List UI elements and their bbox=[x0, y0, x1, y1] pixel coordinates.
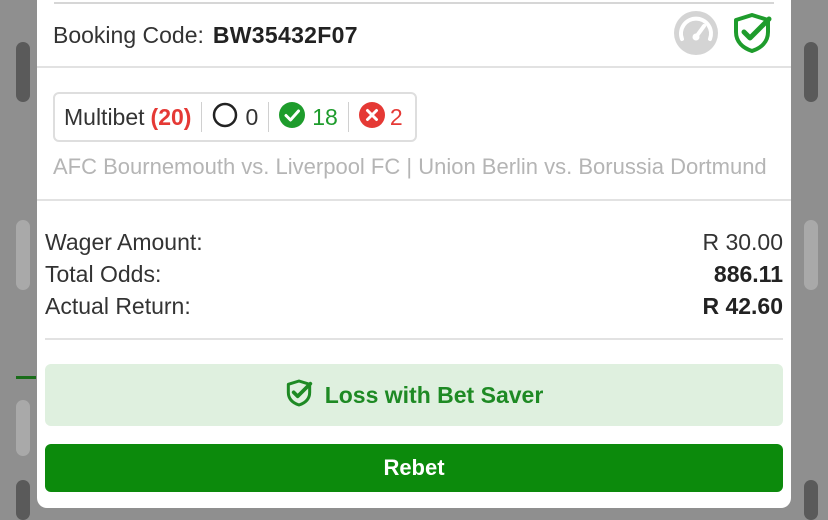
bet-saver-banner[interactable]: Loss with Bet Saver bbox=[45, 364, 783, 426]
check-circle-icon bbox=[279, 101, 306, 133]
wager-label: Wager Amount: bbox=[45, 228, 203, 255]
divider bbox=[45, 338, 783, 340]
lost-count: 2 bbox=[389, 103, 403, 130]
empty-circle-icon bbox=[212, 102, 238, 133]
bet-saver-label: Loss with Bet Saver bbox=[324, 381, 544, 408]
chip-separator bbox=[347, 102, 349, 132]
chip-separator bbox=[201, 102, 203, 132]
return-value: R 42.60 bbox=[702, 292, 783, 319]
booking-code-row: Booking Code: BW35432F07 bbox=[53, 10, 773, 55]
x-circle-icon bbox=[358, 101, 385, 133]
multibet-label: Multibet bbox=[64, 103, 145, 130]
chip-separator bbox=[268, 102, 270, 132]
odds-row: Total Odds: 886.11 bbox=[45, 258, 783, 290]
background-panel bbox=[16, 400, 30, 456]
odds-value: 886.11 bbox=[713, 260, 783, 287]
bet-summary: Wager Amount: R 30.00 Total Odds: 886.11… bbox=[45, 226, 783, 322]
divider bbox=[37, 199, 791, 201]
return-label: Actual Return: bbox=[45, 292, 191, 319]
pending-count: 0 bbox=[245, 103, 259, 130]
won-count: 18 bbox=[312, 103, 338, 130]
return-row: Actual Return: R 42.60 bbox=[45, 290, 783, 322]
bet-details-modal: Booking Code: BW35432F07 Multibet (20) 0… bbox=[37, 0, 791, 508]
rebet-button[interactable]: Rebet bbox=[45, 444, 783, 492]
wager-value: R 30.00 bbox=[702, 228, 783, 255]
background-panel bbox=[16, 42, 30, 102]
divider bbox=[37, 66, 791, 68]
matches-list: AFC Bournemouth vs. Liverpool FC | Union… bbox=[53, 154, 767, 179]
background-panel bbox=[16, 220, 30, 290]
booking-code-label: Booking Code: bbox=[53, 21, 204, 48]
background-accent-line bbox=[16, 376, 36, 379]
background-panel bbox=[804, 42, 818, 102]
selections-count: (20) bbox=[150, 103, 192, 130]
selection-status-chips: Multibet (20) 0 18 2 bbox=[53, 92, 417, 142]
background-panel bbox=[804, 480, 818, 520]
odds-label: Total Odds: bbox=[45, 260, 162, 287]
top-divider bbox=[54, 2, 774, 4]
shield-check-icon bbox=[285, 379, 313, 412]
speedometer-icon[interactable] bbox=[673, 10, 719, 61]
wager-row: Wager Amount: R 30.00 bbox=[45, 226, 783, 258]
background-panel bbox=[16, 480, 30, 520]
background-panel bbox=[804, 220, 818, 290]
shield-check-icon[interactable] bbox=[731, 12, 773, 59]
booking-code-value[interactable]: BW35432F07 bbox=[213, 22, 358, 49]
